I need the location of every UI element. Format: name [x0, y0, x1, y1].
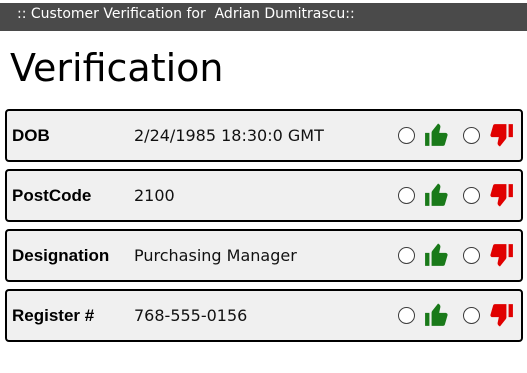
- field-label: Designation: [12, 246, 110, 265]
- thumbs-down-icon[interactable]: [488, 302, 514, 328]
- verification-row-postcode: PostCode 2100: [5, 169, 523, 222]
- customer-verification-window: :: Customer Verification for Adrian Dumi…: [0, 0, 527, 373]
- verification-row-dob: DOB 2/24/1985 18:30:0 GMT: [5, 109, 523, 162]
- thumbs-up-icon[interactable]: [424, 242, 450, 268]
- field-value: 2/24/1985 18:30:0 GMT: [134, 126, 324, 145]
- approve-radio[interactable]: [398, 247, 415, 264]
- field-label: DOB: [12, 126, 50, 145]
- approve-radio[interactable]: [398, 127, 415, 144]
- thumbs-down-icon[interactable]: [488, 122, 514, 148]
- reject-radio[interactable]: [463, 187, 480, 204]
- thumbs-up-icon[interactable]: [424, 182, 450, 208]
- field-value: 768-555-0156: [134, 306, 248, 325]
- reject-radio[interactable]: [463, 247, 480, 264]
- field-label: Register #: [12, 306, 95, 325]
- page-title: Verification: [10, 46, 224, 90]
- titlebar-top-edge: [0, 0, 527, 3]
- verification-row-designation: Designation Purchasing Manager: [5, 229, 523, 282]
- reject-radio[interactable]: [463, 127, 480, 144]
- approve-radio[interactable]: [398, 307, 415, 324]
- thumbs-down-icon[interactable]: [488, 182, 514, 208]
- thumbs-up-icon[interactable]: [424, 122, 450, 148]
- reject-radio[interactable]: [463, 307, 480, 324]
- field-value: Purchasing Manager: [134, 246, 297, 265]
- field-value: 2100: [134, 186, 175, 205]
- thumbs-down-icon[interactable]: [488, 242, 514, 268]
- field-label: PostCode: [12, 186, 92, 205]
- verification-row-register: Register # 768-555-0156: [5, 289, 523, 342]
- window-titlebar: :: Customer Verification for Adrian Dumi…: [0, 0, 527, 31]
- thumbs-up-icon[interactable]: [424, 302, 450, 328]
- approve-radio[interactable]: [398, 187, 415, 204]
- window-title: :: Customer Verification for Adrian Dumi…: [17, 6, 355, 22]
